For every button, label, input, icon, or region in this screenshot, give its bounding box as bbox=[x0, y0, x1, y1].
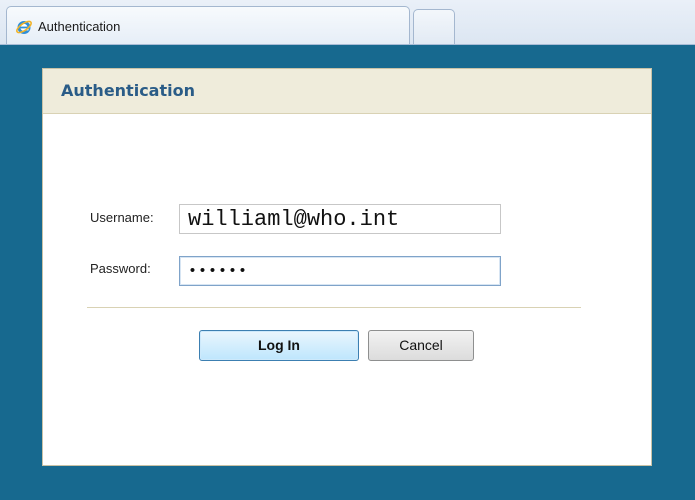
form-divider bbox=[87, 307, 581, 308]
tab-title: Authentication bbox=[38, 19, 121, 34]
browser-tab-authentication[interactable]: Authentication bbox=[6, 6, 410, 44]
internet-explorer-icon bbox=[15, 18, 33, 36]
username-field[interactable] bbox=[179, 204, 501, 234]
dialog-header: Authentication bbox=[43, 69, 651, 114]
log-in-button[interactable]: Log In bbox=[199, 330, 359, 361]
dialog-title: Authentication bbox=[61, 81, 195, 100]
username-label: Username: bbox=[90, 210, 154, 225]
password-field[interactable] bbox=[179, 256, 501, 286]
new-tab-button[interactable] bbox=[413, 9, 455, 44]
cancel-button[interactable]: Cancel bbox=[368, 330, 474, 361]
authentication-dialog: Authentication Username: Password: Log I… bbox=[42, 68, 652, 466]
browser-tab-strip: Authentication bbox=[0, 0, 695, 45]
password-label: Password: bbox=[90, 261, 151, 276]
